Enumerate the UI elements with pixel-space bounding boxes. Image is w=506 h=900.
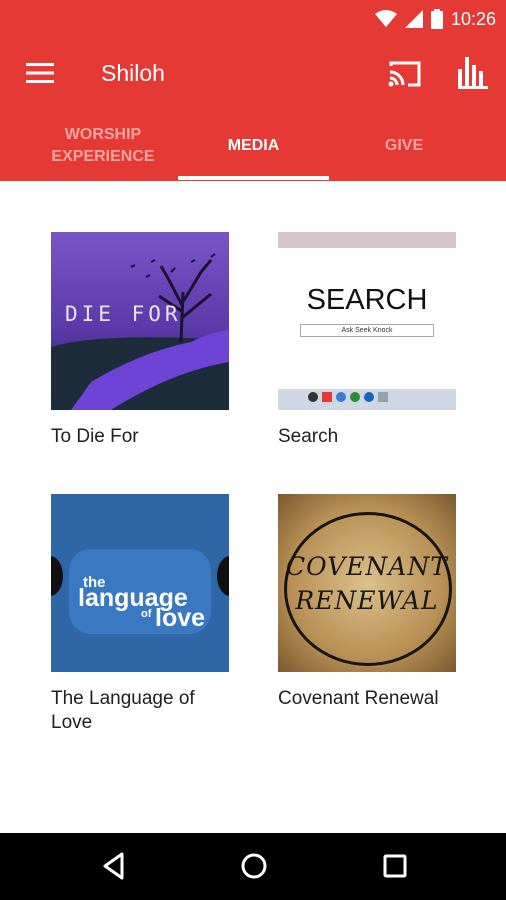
back-icon[interactable] <box>100 851 130 881</box>
media-thumbnail-to-die-for: DIE FOR <box>51 232 229 410</box>
cast-icon[interactable] <box>388 60 422 88</box>
status-bar: 10:26 <box>0 0 506 38</box>
media-title: Search <box>278 426 339 447</box>
media-thumbnail-search: SEARCH Ask Seek Knock <box>278 232 456 410</box>
tab-media[interactable]: MEDIA <box>178 110 329 181</box>
signal-icon <box>404 10 423 28</box>
thumb-dock-icons <box>308 392 388 402</box>
dock-app-icon <box>336 392 346 402</box>
home-icon[interactable] <box>239 851 269 881</box>
app-bar: Shiloh <box>0 38 506 110</box>
tab-worship-experience[interactable]: WORSHIP EXPERIENCE <box>28 110 178 181</box>
media-title: The Language of Love <box>51 688 195 733</box>
media-card-language-of-love[interactable]: the language of love The Language of Lov… <box>51 494 229 735</box>
thumb-browser-bar <box>278 232 456 248</box>
thumb-left-edge <box>51 556 63 596</box>
media-grid: DIE FOR To Die For SEARCH Ask Seek Knock… <box>0 181 506 833</box>
media-title: Covenant Renewal <box>278 688 439 709</box>
tab-give[interactable]: GIVE <box>329 110 479 181</box>
thumb-text-renewal: RENEWAL <box>295 586 439 615</box>
media-thumbnail-covenant-renewal: COVENANT RENEWAL <box>278 494 456 672</box>
menu-icon[interactable] <box>26 62 54 84</box>
thumb-text-die-for: DIE FOR <box>65 302 182 326</box>
thumb-text-love: love <box>155 604 206 632</box>
app-title: Shiloh <box>101 60 165 86</box>
thumb-search-heading: SEARCH <box>306 284 428 316</box>
thumb-search-box: Ask Seek Knock <box>300 324 434 337</box>
status-icons: 10:26 <box>374 7 496 31</box>
dock-app-icon <box>364 392 374 402</box>
recents-icon[interactable] <box>380 851 410 881</box>
media-thumbnail-language-of-love: the language of love <box>51 494 229 672</box>
thumb-text-of: of <box>141 608 152 620</box>
media-card-covenant-renewal[interactable]: COVENANT RENEWAL Covenant Renewal <box>278 494 456 711</box>
navigation-bar <box>0 833 506 900</box>
wifi-icon <box>374 10 397 27</box>
battery-icon <box>430 9 443 29</box>
status-time: 10:26 <box>450 8 496 29</box>
media-title: To Die For <box>51 426 139 447</box>
thumb-text-covenant: COVENANT <box>286 552 448 581</box>
tab-bar: WORSHIP EXPERIENCE MEDIA GIVE <box>0 110 506 181</box>
dock-app-icon <box>308 392 318 402</box>
thumb-right-edge <box>217 556 229 596</box>
media-card-to-die-for[interactable]: DIE FOR To Die For <box>51 232 229 449</box>
media-card-search[interactable]: SEARCH Ask Seek Knock Search <box>278 232 456 449</box>
dock-app-icon <box>322 392 332 402</box>
dock-app-icon <box>378 392 388 402</box>
tab-indicator <box>178 176 329 180</box>
dock-app-icon <box>350 392 360 402</box>
stats-icon[interactable] <box>458 57 488 89</box>
